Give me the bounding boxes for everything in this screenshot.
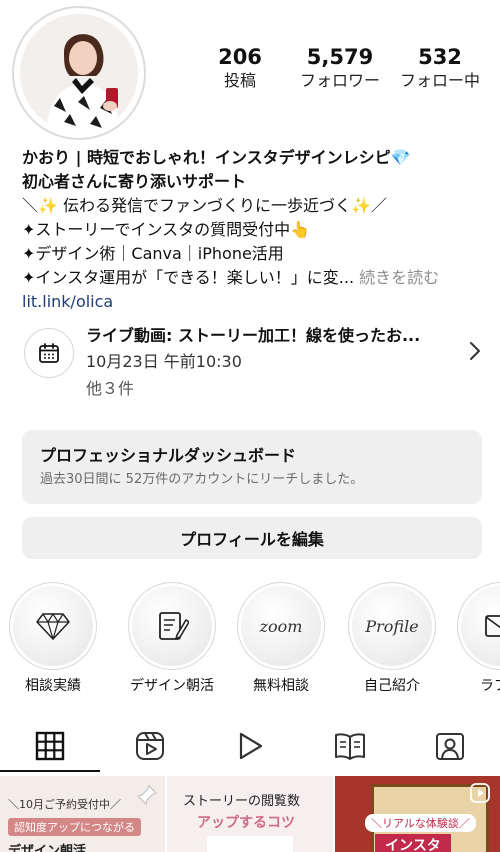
edit-profile-button[interactable]: プロフィールを編集 [22, 517, 482, 559]
tagged-person-icon [436, 733, 464, 760]
bio-read-more[interactable]: 続きを読む [359, 268, 439, 287]
notepad-pen-icon [159, 612, 189, 640]
dashboard-title: プロフェッショナルダッシュボード [40, 446, 297, 465]
profile-photo [20, 14, 138, 132]
envelope-icon [485, 615, 500, 637]
highlight-love-letter[interactable]: ラブレ [446, 582, 500, 696]
post-grid: ＼10月ご予約受付中／ 認知度アップにつながる デザイン朝活 ストーリーの閲覧数… [0, 776, 500, 852]
post-tile-text: デザイン朝活 [8, 844, 87, 852]
stat-posts-count: 206 [218, 45, 262, 69]
event-more-count: 他３件 [86, 379, 135, 398]
tab-tagged[interactable] [400, 722, 500, 770]
event-title: ライブ動画: ストーリー加工！線を使ったお... [86, 326, 421, 345]
stat-followers-count: 5,579 [306, 45, 374, 69]
post-tile-image [207, 836, 293, 852]
grid-icon [35, 731, 65, 761]
highlight-design-morning[interactable]: デザイン朝活 [117, 582, 227, 696]
highlight-ring [9, 582, 97, 670]
post-tile[interactable]: ストーリーの閲覧数 アップするコツ [167, 776, 333, 852]
bio-name-line: かおり | 時短でおしゃれ！インスタデザインレシピ💎 [22, 148, 411, 167]
highlight-label: 相談実績 [25, 678, 81, 694]
stat-followers[interactable]: 5,579 フォロワー [290, 44, 390, 92]
reel-badge-icon [470, 783, 490, 803]
post-tile-text: ＼10月ご予約受付中／ [8, 798, 121, 811]
event-date: 10月23日 午前10:30 [86, 352, 242, 371]
book-icon [335, 733, 365, 760]
event-icon-circle [24, 328, 74, 378]
highlight-ring [457, 582, 500, 670]
stat-following[interactable]: 532 フォロー中 [390, 44, 490, 92]
tab-reels[interactable] [100, 722, 200, 770]
highlight-label: 自己紹介 [364, 678, 420, 694]
story-highlights: 相談実績 デザイン朝活 zoom 無料相談 Profile 自己紹介 ラ [0, 582, 500, 700]
stat-posts[interactable]: 206 投稿 [190, 44, 290, 92]
diamond-icon [36, 612, 70, 640]
upcoming-event[interactable]: ライブ動画: ストーリー加工！線を使ったお... 10月23日 午前10:30 … [22, 320, 488, 404]
highlight-ring [128, 582, 216, 670]
bio-line-4: ✦ストーリーでインスタの質問受付中👆 [22, 220, 311, 239]
profile-avatar-ring[interactable] [12, 6, 146, 140]
dashboard-subtitle: 過去30日間に 52万件のアカウントにリーチしました。 [40, 472, 364, 487]
highlight-cover-text: Profile [365, 616, 419, 636]
bio-line-5: ✦デザイン術｜Canva｜iPhone活用 [22, 244, 284, 263]
play-icon [239, 732, 263, 760]
highlight-cover [461, 586, 500, 666]
bio-line-6: ✦インスタ運用が「できる！楽しい！」に変... [22, 268, 355, 287]
tab-videos[interactable] [200, 722, 300, 770]
bio-link[interactable]: lit.link/olica [22, 290, 492, 314]
profile-stats: 206 投稿 5,579 フォロワー 532 フォロー中 [190, 44, 490, 92]
post-tile-text: 認知度アップにつながる [8, 818, 141, 836]
highlight-cover-text: zoom [259, 616, 303, 636]
highlight-cover [13, 586, 93, 666]
highlight-consultation-record[interactable]: 相談実績 [0, 582, 108, 696]
stat-posts-label: 投稿 [223, 71, 256, 90]
chevron-right-icon [470, 342, 480, 360]
tab-guides[interactable] [300, 722, 400, 770]
post-tile-text: アップするコツ [197, 815, 295, 831]
highlight-label: デザイン朝活 [130, 678, 214, 694]
highlight-label: ラブレ [480, 678, 500, 694]
bio-line-6-wrap: ✦インスタ運用が「できる！楽しい！」に変... 続きを読む [22, 266, 492, 290]
highlight-ring: zoom [237, 582, 325, 670]
post-tile[interactable]: ＼10月ご予約受付中／ 認知度アップにつながる デザイン朝活 [0, 776, 165, 852]
highlight-cover: zoom [241, 586, 321, 666]
highlight-ring: Profile [348, 582, 436, 670]
profile-avatar[interactable] [20, 14, 138, 132]
highlight-cover: Profile [352, 586, 432, 666]
active-tab-indicator [0, 770, 100, 772]
professional-dashboard[interactable]: プロフェッショナルダッシュボード 過去30日間に 52万件のアカウントにリーチし… [22, 430, 482, 504]
post-tile-text: ストーリーの閲覧数 [183, 794, 301, 809]
tab-posts[interactable] [0, 722, 100, 770]
stat-following-label: フォロー中 [399, 71, 480, 90]
highlight-label: 無料相談 [253, 678, 309, 694]
pin-icon [137, 785, 157, 805]
highlight-free-consultation[interactable]: zoom 無料相談 [226, 582, 336, 696]
post-tile[interactable]: ＼リアルな体験談／ インスタ [335, 776, 500, 852]
reels-icon [136, 732, 164, 760]
profile-bio: かおり | 時短でおしゃれ！インスタデザインレシピ💎 初心者さんに寄り添いサポー… [22, 146, 492, 314]
bio-line-3: ＼✨ 伝わる発信でファンづくりに一歩近づく✨／ [22, 196, 387, 215]
post-tile-text: インスタ [375, 834, 451, 852]
stat-following-count: 532 [418, 45, 462, 69]
profile-tabs [0, 722, 500, 772]
calendar-icon [39, 343, 59, 363]
post-tile-text: ＼リアルな体験談／ [365, 814, 476, 832]
bio-tagline: 初心者さんに寄り添いサポート [22, 172, 247, 191]
highlight-cover [132, 586, 212, 666]
stat-followers-label: フォロワー [299, 71, 380, 90]
highlight-self-intro[interactable]: Profile 自己紹介 [337, 582, 447, 696]
